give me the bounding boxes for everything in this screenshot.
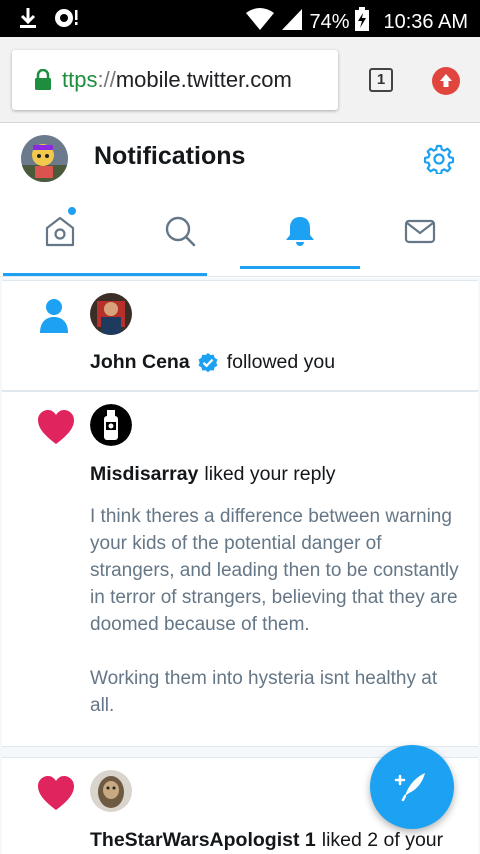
home-icon — [43, 214, 77, 253]
loading-indicator — [3, 273, 207, 276]
app-header: Notifications — [0, 123, 480, 195]
notification-text: John Cena followed you — [90, 351, 335, 374]
bell-icon — [283, 214, 317, 253]
user-name[interactable]: Misdisarray — [90, 463, 198, 486]
url-text[interactable]: ttps://mobile.twitter.com — [62, 67, 292, 93]
tweet-paragraph: I think theres a difference between warn… — [90, 506, 459, 635]
avatar[interactable] — [90, 404, 132, 446]
page-title: Notifications — [94, 142, 246, 170]
tab-search[interactable] — [120, 195, 240, 271]
compose-tweet-button[interactable] — [370, 745, 454, 829]
avatar[interactable] — [90, 770, 132, 812]
gear-icon[interactable] — [423, 144, 455, 176]
tweet-paragraph: Working them into hysteria isnt healthy … — [90, 668, 438, 716]
lock-icon[interactable] — [34, 69, 52, 91]
tab-notifications[interactable] — [240, 195, 360, 271]
user-name[interactable]: TheStarWarsApologist 1 — [90, 829, 316, 852]
tab-switcher-button[interactable]: 1 — [369, 68, 393, 92]
notification-action: liked 2 of your — [321, 829, 444, 851]
wifi-icon — [245, 7, 275, 37]
avatar[interactable] — [90, 293, 132, 335]
battery-percent: 74% — [309, 10, 350, 33]
address-bar[interactable]: ttps://mobile.twitter.com — [12, 50, 338, 110]
tab-home[interactable] — [0, 195, 120, 271]
tab-messages[interactable] — [360, 195, 480, 271]
update-icon[interactable] — [432, 67, 460, 95]
compose-icon — [392, 765, 432, 810]
tab-bar — [0, 195, 480, 277]
tweet-text[interactable]: I think theres a difference between warn… — [90, 503, 460, 746]
notification-action: liked your reply — [204, 463, 336, 485]
url-host: mobile.twitter.com — [115, 67, 292, 92]
browser-toolbar: ttps://mobile.twitter.com 1 — [0, 37, 480, 123]
heart-icon — [36, 774, 76, 814]
new-items-dot — [68, 207, 76, 215]
notification-item[interactable]: John Cena followed you — [2, 280, 478, 391]
notification-text: TheStarWarsApologist 1 liked 2 of your — [90, 829, 443, 852]
download-icon — [18, 6, 38, 35]
notification-action: followed you — [226, 351, 336, 373]
url-separator: :// — [97, 67, 116, 92]
heart-icon — [36, 408, 76, 448]
search-icon — [163, 214, 197, 253]
person-icon — [36, 295, 76, 335]
notification-text: Misdisarray liked your reply — [90, 463, 336, 486]
battery-charging-icon — [355, 7, 370, 37]
mail-icon — [403, 214, 437, 253]
avatar[interactable] — [21, 135, 68, 182]
notification-item[interactable]: Misdisarray liked your reply I think the… — [2, 391, 478, 747]
verified-icon — [197, 352, 219, 374]
clock: 10:36 AM — [383, 10, 468, 33]
signal-icon — [281, 7, 303, 37]
url-scheme: ttps — [62, 67, 98, 92]
status-bar: 74% 10:36 AM — [0, 0, 480, 37]
cloud-sync-icon — [52, 6, 80, 35]
user-name[interactable]: John Cena — [90, 351, 190, 374]
